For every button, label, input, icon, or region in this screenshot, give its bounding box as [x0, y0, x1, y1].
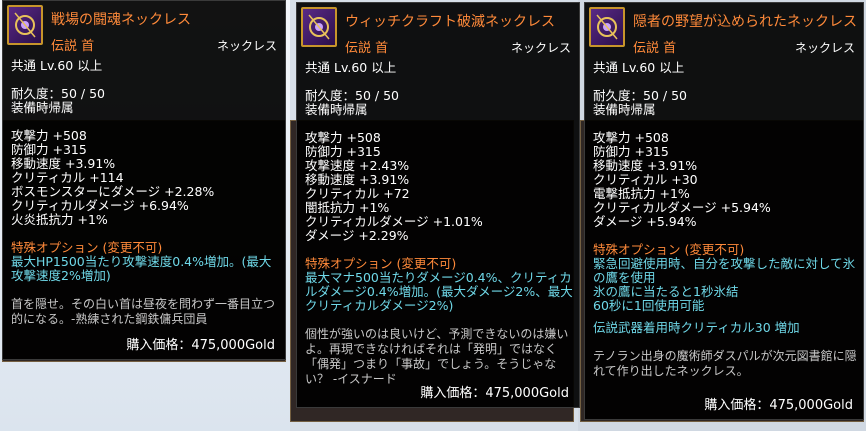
flavor-text: 首を隠せ。その白い首は昼夜を問わず一番目立つ的になる。-熟練された鋼鉄傭兵団員 — [11, 297, 276, 326]
item-tooltip: 戦場の闘魂ネックレス 伝説 首 ネックレス 共通 Lv.60 以上 耐久度：50… — [2, 0, 286, 360]
level-requirement: 共通 Lv.60 以上 — [593, 60, 685, 75]
stat-line: 移動速度 +3.91% — [11, 156, 116, 171]
special-option-line: 60秒に1回使用可能 — [593, 298, 705, 313]
item-title: 戦場の闘魂ネックレス — [51, 12, 191, 28]
durability: 耐久度：50 / 50 — [11, 86, 105, 101]
stat-line: 攻撃力 +508 — [593, 130, 669, 145]
stat-line: クリティカル +72 — [305, 186, 410, 201]
special-option-line: 緊急回避使用時、自分を攻撃した敵に対して氷の鷹を使用 — [593, 256, 856, 285]
item-kind: ネックレス — [510, 41, 571, 55]
flavor-text: 個性が強いのは良いけど、予測できないのは嫌いよ。再現できなければそれは「発明」で… — [305, 327, 569, 386]
item-body: 共通 Lv.60 以上 耐久度：50 / 50 装備時帰属 攻撃力 +508 防… — [11, 59, 279, 327]
flavor-text: テノラン出身の魔術師ダスパルが次元図書館に隠れて作り出したネックレス。 — [593, 349, 857, 378]
level-requirement: 共通 Lv.60 以上 — [305, 60, 397, 75]
stat-line: 攻撃速度 +2.43% — [305, 158, 410, 173]
stat-line: 攻撃力 +508 — [305, 130, 381, 145]
stat-line: 攻撃力 +508 — [11, 128, 87, 143]
stat-line: 移動速度 +3.91% — [593, 158, 698, 173]
special-option-header: 特殊オプション (変更不可) — [305, 256, 457, 271]
bind-rule: 装備時帰属 — [11, 100, 74, 115]
purchase-price: 購入価格：475,000Gold — [126, 338, 275, 353]
stat-line: ダメージ +5.94% — [593, 214, 697, 229]
stat-line: 防御力 +315 — [305, 144, 381, 159]
stat-line: 電撃抵抗力 +1% — [593, 186, 690, 201]
item-tooltip: ウィッチクラフト破滅ネックレス 伝説 首 ネックレス 共通 Lv.60 以上 耐… — [296, 2, 580, 408]
purchase-price: 購入価格：475,000Gold — [704, 398, 853, 413]
item-rarity: 伝説 首 — [51, 39, 95, 54]
stat-line: クリティカル +30 — [593, 172, 698, 187]
stat-line: 移動速度 +3.91% — [305, 172, 410, 187]
extra-option-line: 伝説武器着用時クリティカル30 増加 — [593, 320, 800, 335]
item-rarity: 伝説 首 — [345, 41, 389, 56]
stat-line: 防御力 +315 — [11, 142, 87, 157]
stat-line: クリティカルダメージ +6.94% — [11, 198, 189, 213]
special-option-line: 最大マナ500当たりダメージ0.4%、クリティカルダメージ0.4%増加。(最大ダ… — [305, 270, 573, 313]
stat-line: 火炎抵抗力 +1% — [11, 212, 108, 227]
stat-line: クリティカル +114 — [11, 170, 124, 185]
durability: 耐久度：50 / 50 — [593, 88, 687, 103]
stat-line: 防御力 +315 — [593, 144, 669, 159]
special-option-line: 最大HP1500当たり攻撃速度0.4%増加。(最大攻撃速度2%増加) — [11, 254, 272, 283]
special-option-header: 特殊オプション (変更不可) — [11, 240, 163, 255]
purchase-price: 購入価格：475,000Gold — [420, 386, 569, 401]
necklace-icon — [589, 7, 625, 47]
necklace-icon — [301, 7, 337, 47]
item-title: 隠者の野望が込められたネックレス — [633, 14, 857, 30]
item-title: ウィッチクラフト破滅ネックレス — [345, 14, 555, 30]
item-body: 共通 Lv.60 以上 耐久度：50 / 50 装備時帰属 攻撃力 +508 防… — [593, 61, 857, 379]
stat-line: クリティカルダメージ +1.01% — [305, 214, 483, 229]
level-requirement: 共通 Lv.60 以上 — [11, 58, 103, 73]
item-kind: ネックレス — [216, 39, 277, 53]
special-option-header: 特殊オプション (変更不可) — [593, 242, 745, 257]
item-body: 共通 Lv.60 以上 耐久度：50 / 50 装備時帰属 攻撃力 +508 防… — [305, 61, 573, 387]
stat-line: ダメージ +2.29% — [305, 228, 409, 243]
necklace-icon — [7, 5, 43, 45]
stat-line: 闇抵抗力 +1% — [305, 200, 390, 215]
stat-line: ボスモンスターにダメージ +2.28% — [11, 184, 215, 199]
special-option-line: 氷の鷹に当たると1秒氷結 — [593, 284, 739, 299]
item-rarity: 伝説 首 — [633, 41, 677, 56]
item-tooltip: 隠者の野望が込められたネックレス 伝説 首 ネックレス 共通 Lv.60 以上 … — [584, 2, 864, 420]
durability: 耐久度：50 / 50 — [305, 88, 399, 103]
stat-line: クリティカルダメージ +5.94% — [593, 200, 771, 215]
bind-rule: 装備時帰属 — [305, 102, 368, 117]
item-kind: ネックレス — [794, 41, 855, 55]
bind-rule: 装備時帰属 — [593, 102, 656, 117]
